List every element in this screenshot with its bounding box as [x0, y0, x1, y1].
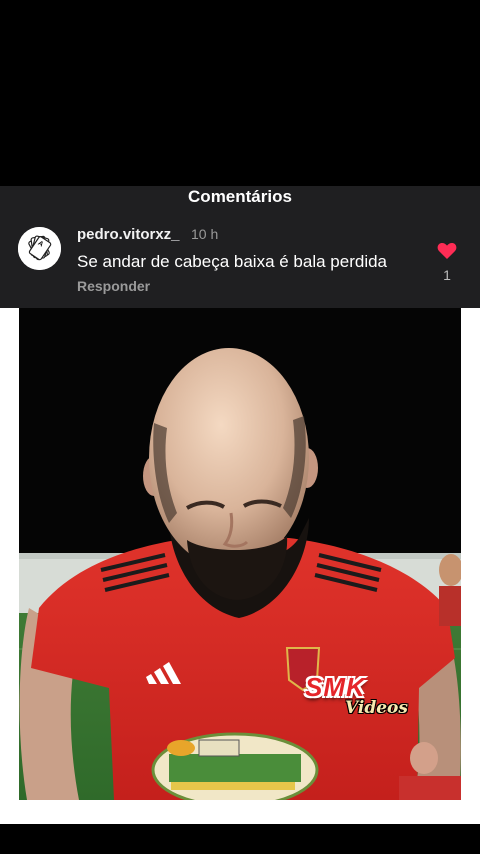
heart-icon[interactable] — [437, 242, 457, 260]
video-frame: SMK Videos — [0, 308, 480, 824]
video-watermark: SMK Videos — [305, 672, 415, 724]
comment-username[interactable]: pedro.vitorxz_ — [77, 226, 180, 243]
bottom-black-area — [0, 824, 480, 854]
like-count: 1 — [443, 267, 451, 283]
playing-cards-avatar-icon: A A A A — [18, 227, 61, 270]
video-content[interactable]: SMK Videos — [19, 308, 461, 800]
comment-timestamp: 10 h — [191, 226, 219, 242]
comments-panel: Comentários A A A A — [0, 186, 480, 308]
top-black-area — [0, 0, 480, 186]
reply-button[interactable]: Responder — [77, 278, 150, 294]
watermark-sub: Videos — [345, 698, 408, 718]
avatar[interactable]: A A A A — [18, 227, 61, 270]
comment-text: Se andar de cabeça baixa é bala perdida — [77, 252, 388, 271]
video-scene — [19, 308, 461, 800]
comments-title: Comentários — [188, 187, 292, 206]
